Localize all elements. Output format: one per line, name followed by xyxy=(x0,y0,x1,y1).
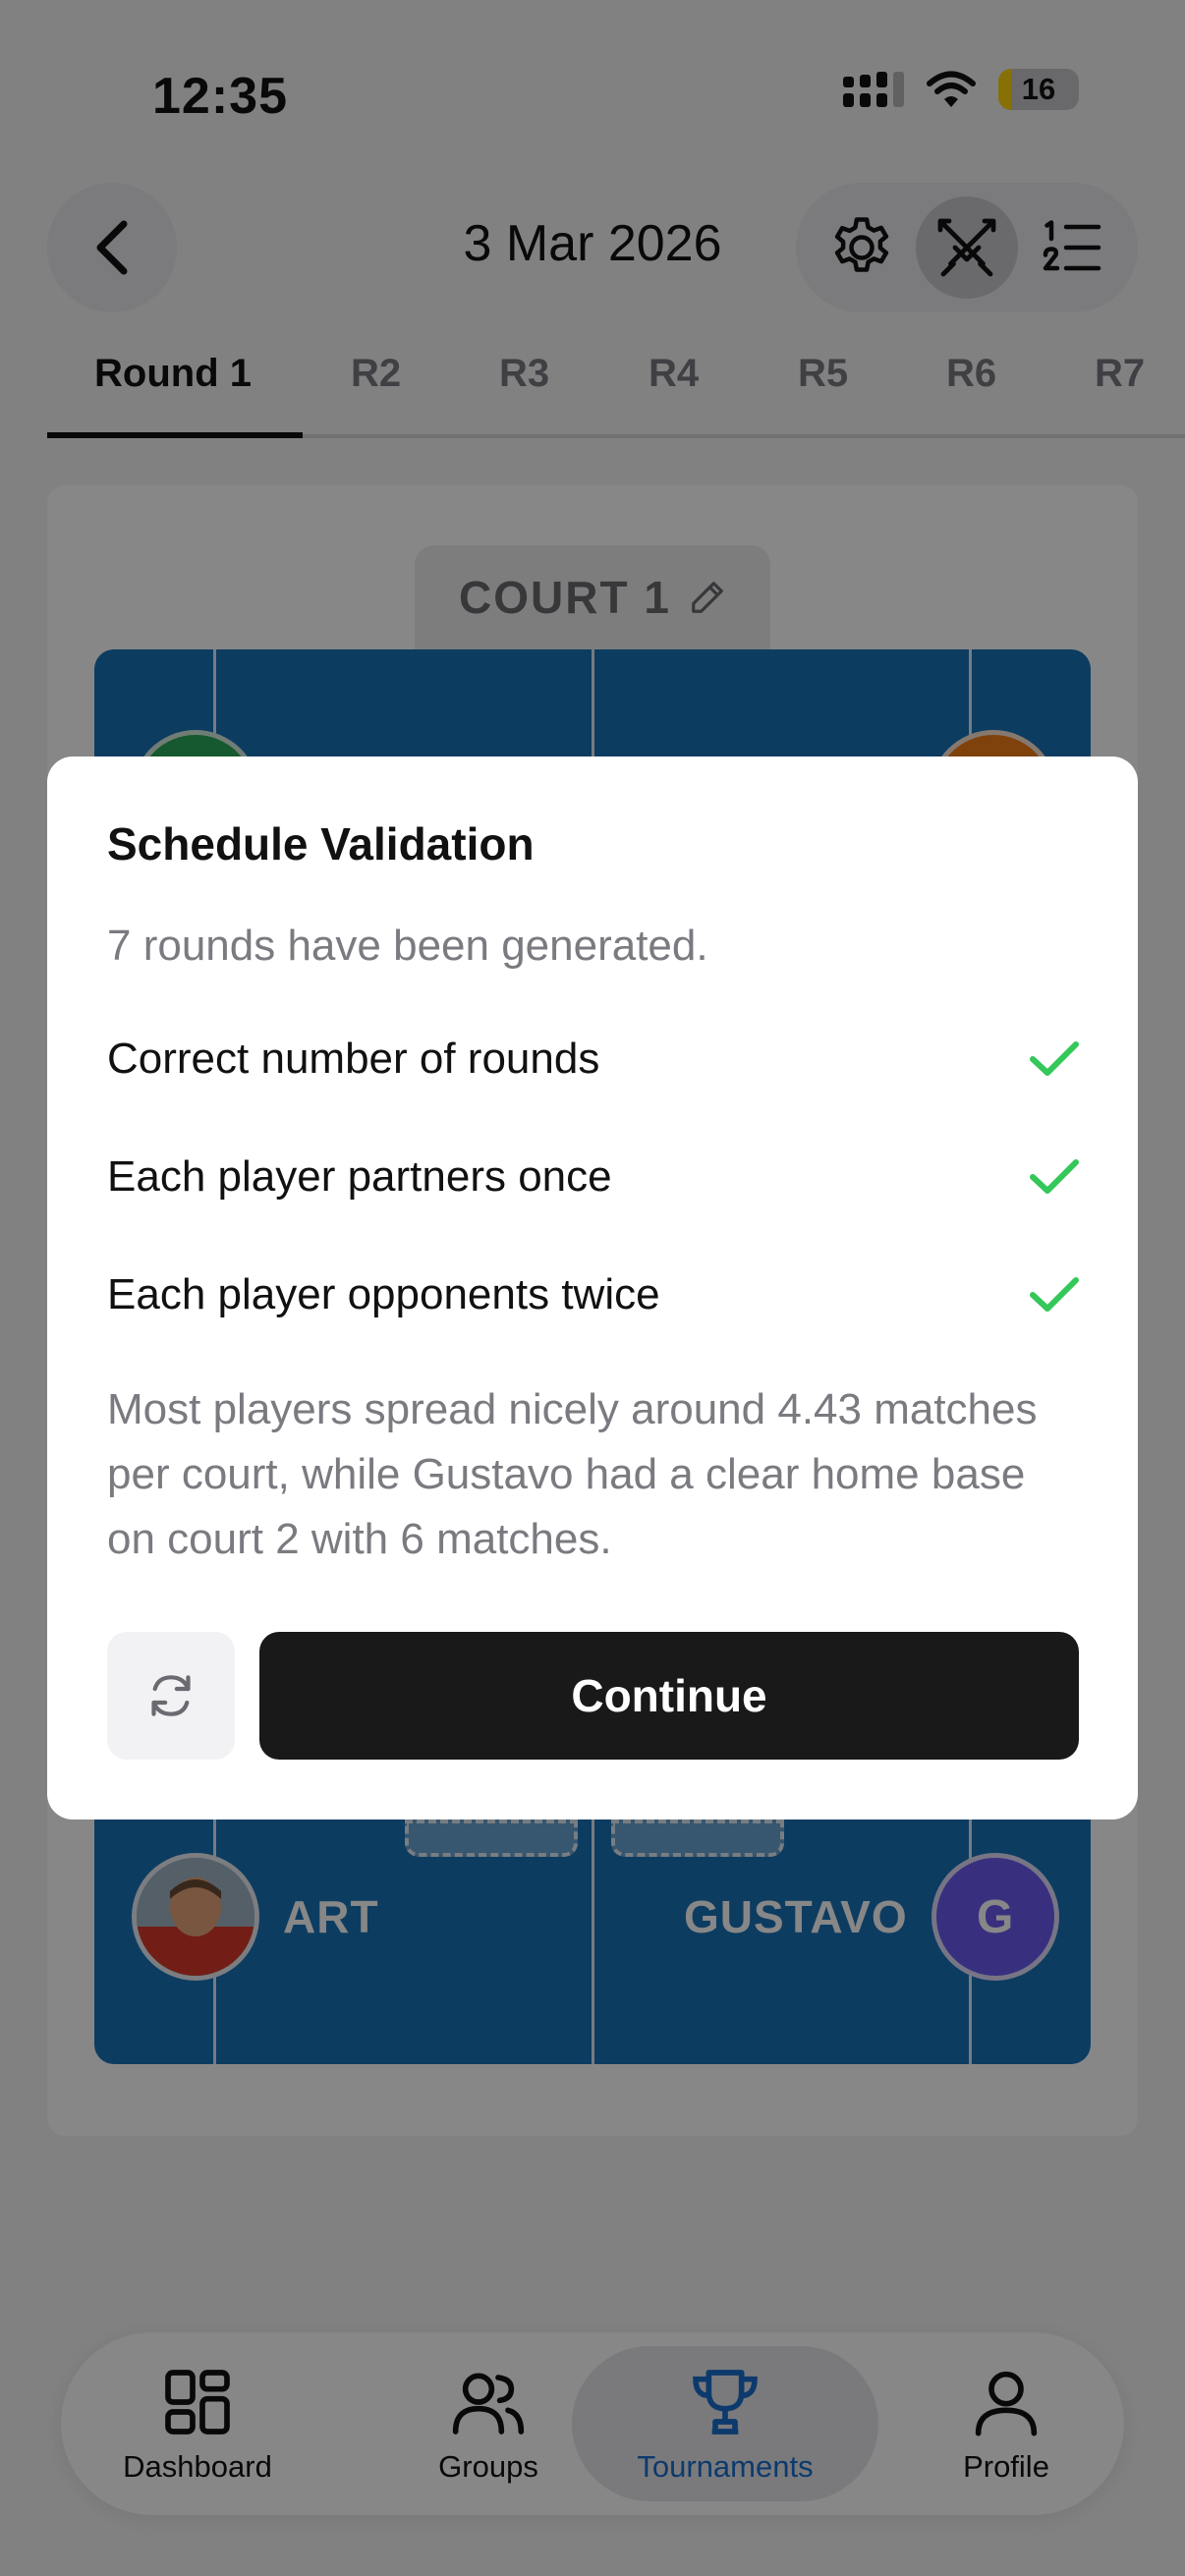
checkmark-icon xyxy=(1030,1159,1079,1194)
check-label: Each player partners once xyxy=(107,1152,612,1201)
checkmark-icon xyxy=(1030,1041,1079,1076)
refresh-icon xyxy=(151,1675,191,1716)
validation-check-rounds: Correct number of rounds xyxy=(107,1030,1080,1089)
checkmark-icon xyxy=(1030,1277,1079,1312)
continue-button[interactable]: Continue xyxy=(259,1632,1079,1760)
schedule-validation-dialog: Schedule Validation 7 rounds have been g… xyxy=(47,756,1138,1820)
check-label: Correct number of rounds xyxy=(107,1035,600,1083)
dialog-title: Schedule Validation xyxy=(107,818,535,869)
validation-check-opponents: Each player opponents twice xyxy=(107,1265,1080,1324)
validation-summary: Most players spread nicely around 4.43 m… xyxy=(107,1385,1038,1563)
check-label: Each player opponents twice xyxy=(107,1270,660,1318)
regenerate-button[interactable] xyxy=(107,1632,235,1760)
validation-check-partners: Each player partners once xyxy=(107,1148,1080,1206)
dialog-subtitle: 7 rounds have been generated. xyxy=(107,922,708,970)
